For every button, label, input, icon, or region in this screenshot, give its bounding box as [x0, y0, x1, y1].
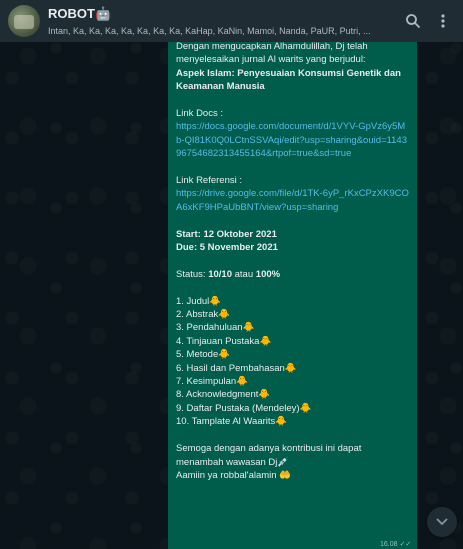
status-line: Status: 10/10 atau 100% — [176, 268, 409, 281]
status-prefix: Status: — [176, 268, 209, 280]
list-item: 5. Metode🐥 — [176, 349, 231, 361]
list-item: 2. Abstrak🐥 — [176, 309, 231, 321]
ref-link[interactable]: https://drive.google.com/file/d/1TK-6yP_… — [176, 187, 409, 214]
list-item: 4. Tinjauan Pustaka🐥 — [176, 335, 272, 347]
message-bubble[interactable]: Dengan mengucapkan Alhamdulillah, Dj tel… — [168, 30, 417, 549]
more-vert-icon[interactable] — [429, 7, 457, 35]
chevron-down-icon — [436, 515, 448, 529]
status-percent: 100% — [255, 268, 281, 280]
status-score: 10/10 — [208, 268, 232, 280]
list-item: 10. Tamplate Al Waarits🐥 — [176, 416, 288, 428]
docs-label: Link Docs : — [176, 108, 223, 120]
status-mid: atau — [232, 268, 256, 280]
due-date: Due: 5 November 2021 — [176, 242, 278, 254]
chat-header[interactable]: ROBOT🤖 Intan, Ka, Ka, Ka, Ka, Ka, Ka, Ka… — [0, 0, 463, 42]
list-item: 3. Pendahuluan🐥 — [176, 322, 255, 334]
group-name: ROBOT🤖 — [48, 5, 112, 21]
message-topic: Aspek Islam: Penyesuaian Konsumsi Geneti… — [176, 67, 404, 93]
list-item: 1. Judul🐥 — [176, 295, 222, 307]
list-item: 7. Kesimpulan🐥 — [176, 376, 249, 388]
closing-text: Semoga dengan adanya kontribusi ini dapa… — [176, 443, 365, 468]
scroll-down-button[interactable] — [427, 507, 457, 537]
list-item: 8. Acknowledgment🐥 — [176, 389, 271, 401]
docs-link[interactable]: https://docs.google.com/document/d/1VYV-… — [176, 120, 409, 160]
group-avatar[interactable] — [8, 5, 40, 37]
message-intro: Dengan mengucapkan Alhamdulillah, Dj tel… — [176, 41, 371, 66]
checklist: 1. Judul🐥 2. Abstrak🐥 3. Pendahuluan🐥 4.… — [176, 295, 409, 429]
chat-header-info[interactable]: ROBOT🤖 Intan, Ka, Ka, Ka, Ka, Ka, Ka, Ka… — [48, 6, 399, 37]
message-timestamp: 16.08 ✓✓ — [380, 541, 412, 548]
search-icon[interactable] — [399, 7, 427, 35]
ref-label: Link Referensi : — [176, 175, 243, 187]
closing-prayer: Aamiin ya robbal'alamin 🤲 — [176, 469, 292, 481]
start-date: Start: 12 Oktober 2021 — [176, 228, 277, 240]
list-item: 9. Daftar Pustaka (Mendeley)🐥 — [176, 402, 312, 414]
list-item: 6. Hasil dan Pembahasan🐥 — [176, 362, 297, 374]
group-members: Intan, Ka, Ka, Ka, Ka, Ka, Ka, Ka, KaHap… — [48, 25, 371, 36]
